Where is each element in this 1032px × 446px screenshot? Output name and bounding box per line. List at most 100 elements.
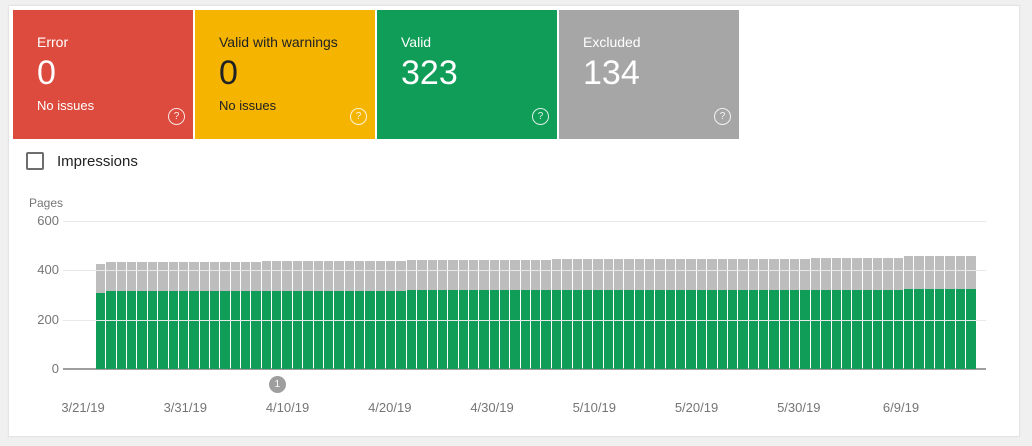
bar[interactable] bbox=[169, 262, 178, 369]
bar[interactable] bbox=[624, 259, 633, 369]
bar[interactable] bbox=[345, 261, 354, 369]
bar[interactable] bbox=[904, 256, 913, 369]
impressions-checkbox[interactable] bbox=[26, 152, 44, 170]
bar[interactable] bbox=[666, 259, 675, 369]
bar[interactable] bbox=[718, 259, 727, 370]
bar[interactable] bbox=[873, 258, 882, 369]
bar[interactable] bbox=[676, 259, 685, 369]
bar[interactable] bbox=[117, 262, 126, 369]
bar[interactable] bbox=[106, 262, 115, 369]
bar[interactable] bbox=[573, 259, 582, 369]
pages-chart-plot bbox=[63, 221, 986, 369]
bar[interactable] bbox=[749, 259, 758, 370]
bar[interactable] bbox=[832, 258, 841, 369]
status-card-valid-with-warnings[interactable]: Valid with warnings 0 No issues ? bbox=[195, 10, 375, 139]
bar[interactable] bbox=[293, 261, 302, 369]
bar[interactable] bbox=[438, 260, 447, 369]
bar[interactable] bbox=[220, 262, 229, 369]
bar[interactable] bbox=[914, 256, 923, 369]
bar[interactable] bbox=[521, 260, 530, 369]
bar[interactable] bbox=[759, 259, 768, 370]
bar[interactable] bbox=[137, 262, 146, 369]
bar[interactable] bbox=[428, 260, 437, 369]
bar[interactable] bbox=[531, 260, 540, 369]
bar[interactable] bbox=[780, 259, 789, 370]
bar[interactable] bbox=[852, 258, 861, 369]
status-card-valid[interactable]: Valid 323 ? bbox=[377, 10, 557, 139]
y-axis-tick: 600 bbox=[25, 213, 59, 228]
bar[interactable] bbox=[800, 259, 809, 370]
bar[interactable] bbox=[645, 259, 654, 369]
bar[interactable] bbox=[863, 258, 872, 369]
bar[interactable] bbox=[614, 259, 623, 369]
marker-badge[interactable]: 1 bbox=[269, 376, 286, 393]
bar[interactable] bbox=[231, 262, 240, 369]
bar[interactable] bbox=[158, 262, 167, 369]
bar[interactable] bbox=[189, 262, 198, 369]
bar[interactable] bbox=[303, 261, 312, 369]
bar[interactable] bbox=[945, 256, 954, 369]
bar[interactable] bbox=[396, 261, 405, 369]
bar[interactable] bbox=[148, 262, 157, 369]
bar[interactable] bbox=[251, 262, 260, 369]
bar[interactable] bbox=[314, 261, 323, 369]
bar[interactable] bbox=[127, 262, 136, 369]
bar[interactable] bbox=[365, 261, 374, 369]
bar[interactable] bbox=[686, 259, 695, 369]
bar[interactable] bbox=[738, 259, 747, 370]
bar[interactable] bbox=[707, 259, 716, 370]
impressions-toggle-row[interactable]: Impressions bbox=[26, 152, 138, 170]
bar[interactable] bbox=[200, 262, 209, 369]
bar[interactable] bbox=[604, 259, 613, 369]
bar[interactable] bbox=[324, 261, 333, 369]
bar[interactable] bbox=[635, 259, 644, 369]
bar[interactable] bbox=[956, 256, 965, 369]
bar[interactable] bbox=[593, 259, 602, 369]
bar[interactable] bbox=[262, 261, 271, 369]
bar[interactable] bbox=[386, 261, 395, 369]
bar[interactable] bbox=[842, 258, 851, 369]
bar[interactable] bbox=[459, 260, 468, 369]
bar[interactable] bbox=[241, 262, 250, 369]
help-icon[interactable]: ? bbox=[350, 108, 367, 125]
bar[interactable] bbox=[655, 259, 664, 369]
help-icon[interactable]: ? bbox=[532, 108, 549, 125]
bar[interactable] bbox=[448, 260, 457, 369]
help-icon[interactable]: ? bbox=[168, 108, 185, 125]
bar[interactable] bbox=[935, 256, 944, 369]
bar[interactable] bbox=[769, 259, 778, 370]
bar[interactable] bbox=[417, 260, 426, 369]
bar[interactable] bbox=[355, 261, 364, 369]
bar[interactable] bbox=[479, 260, 488, 369]
help-icon[interactable]: ? bbox=[714, 108, 731, 125]
bar[interactable] bbox=[272, 261, 281, 369]
bar[interactable] bbox=[728, 259, 737, 370]
bar[interactable] bbox=[96, 264, 105, 369]
status-card-excluded[interactable]: Excluded 134 ? bbox=[559, 10, 739, 139]
bar[interactable] bbox=[562, 259, 571, 369]
bar[interactable] bbox=[469, 260, 478, 369]
bar[interactable] bbox=[510, 260, 519, 369]
bar[interactable] bbox=[821, 258, 830, 369]
bar[interactable] bbox=[500, 260, 509, 369]
bar[interactable] bbox=[883, 258, 892, 369]
bar[interactable] bbox=[966, 256, 975, 369]
bar[interactable] bbox=[490, 260, 499, 369]
bar[interactable] bbox=[210, 262, 219, 369]
bar[interactable] bbox=[376, 261, 385, 369]
bar[interactable] bbox=[697, 259, 706, 370]
bar[interactable] bbox=[790, 259, 799, 370]
bar[interactable] bbox=[894, 258, 903, 369]
impressions-label[interactable]: Impressions bbox=[57, 153, 138, 170]
bar[interactable] bbox=[541, 260, 550, 369]
bar[interactable] bbox=[282, 261, 291, 369]
bar[interactable] bbox=[583, 259, 592, 369]
bar[interactable] bbox=[811, 258, 820, 369]
status-card-error[interactable]: Error 0 No issues ? bbox=[13, 10, 193, 139]
bar[interactable] bbox=[552, 259, 561, 369]
bar[interactable] bbox=[407, 260, 416, 369]
bar[interactable] bbox=[179, 262, 188, 369]
gridline bbox=[63, 320, 986, 321]
bar[interactable] bbox=[925, 256, 934, 369]
bar[interactable] bbox=[334, 261, 343, 369]
